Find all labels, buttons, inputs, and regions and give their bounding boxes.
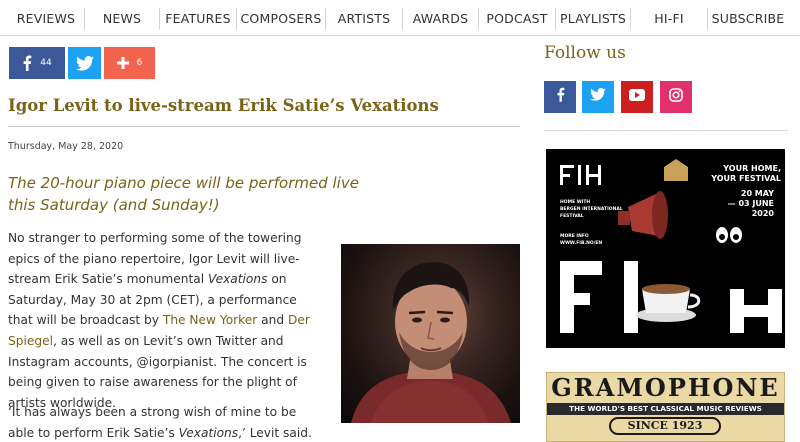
festival-name-line: HOME WITH	[560, 200, 591, 205]
follow-us-heading: Follow us	[544, 43, 626, 63]
youtube-follow-button[interactable]	[621, 81, 653, 113]
festival-tagline-line: YOUR FESTIVAL	[711, 174, 781, 183]
festival-advert[interactable]: YOUR HOME, YOUR FESTIVAL 20 MAY — 03 JUN…	[546, 149, 785, 348]
gramophone-tagline: THE WORLD'S BEST CLASSICAL MUSIC REVIEWS	[547, 403, 784, 415]
facebook-follow-button[interactable]	[544, 81, 576, 113]
nav-hifi[interactable]: HI-FI	[631, 0, 707, 36]
festival-name-line: BERGEN INTERNATIONAL	[560, 207, 623, 212]
twitter-share-button[interactable]	[68, 47, 101, 79]
text-run: , as well as on Levit’s own Twitter and …	[8, 333, 307, 410]
gramophone-brand: GRAMOPHONE	[551, 373, 780, 402]
new-yorker-link[interactable]: The New Yorker	[163, 313, 257, 327]
festival-url: WWW.FIB.NO/EN	[560, 241, 603, 246]
more-share-count: 6	[136, 58, 143, 68]
festival-dates-line: 2020	[751, 209, 774, 218]
nav-news[interactable]: NEWS	[85, 0, 159, 36]
festival-name: HOME WITH BERGEN INTERNATIONAL FESTIVAL	[560, 199, 623, 220]
festival-name-line: FESTIVAL	[560, 214, 584, 219]
facebook-share-button[interactable]: 44	[9, 47, 65, 79]
festival-tagline: YOUR HOME, YOUR FESTIVAL	[696, 164, 781, 184]
article-photo	[341, 244, 520, 423]
text-run: and	[257, 313, 288, 328]
instagram-icon	[669, 87, 683, 107]
article-paragraph: No stranger to performing some of the to…	[8, 228, 322, 413]
gramophone-advert[interactable]: GRAMOPHONE THE WORLD'S BEST CLASSICAL MU…	[546, 372, 785, 442]
twitter-icon	[590, 88, 606, 106]
article-paragraph: ‘It has always been a strong wish of min…	[8, 402, 322, 442]
main-nav: REVIEWS NEWS FEATURES COMPOSERS ARTISTS …	[0, 0, 800, 36]
festival-more-line: MORE INFO	[560, 234, 589, 239]
gramophone-since-badge: SINCE 1923	[609, 417, 721, 435]
facebook-share-count: 44	[40, 58, 52, 68]
nav-composers[interactable]: COMPOSERS	[237, 0, 325, 36]
text-run-italic: Vexations	[178, 425, 239, 440]
nav-features[interactable]: FEATURES	[160, 0, 236, 36]
festival-dates: 20 MAY — 03 JUNE 2020	[696, 189, 774, 219]
festival-dates-line: — 03 JUNE	[727, 199, 774, 208]
more-share-button[interactable]: 6	[104, 47, 155, 79]
festival-tagline-line: YOUR HOME,	[723, 164, 781, 173]
plus-icon	[116, 57, 129, 69]
title-divider	[8, 126, 520, 127]
article-standfirst: The 20-hour piano piece will be performe…	[8, 174, 359, 214]
youtube-icon	[629, 88, 645, 106]
nav-awards[interactable]: AWARDS	[403, 0, 478, 36]
instagram-follow-button[interactable]	[660, 81, 692, 113]
nav-artists[interactable]: ARTISTS	[326, 0, 402, 36]
facebook-icon	[556, 87, 565, 107]
twitter-icon	[75, 55, 94, 71]
festival-dates-line: 20 MAY	[740, 189, 774, 198]
facebook-icon	[22, 55, 32, 71]
nav-subscribe[interactable]: SUBSCRIBE	[708, 0, 788, 36]
nav-podcast[interactable]: PODCAST	[479, 0, 555, 36]
article-title: Igor Levit to live-stream Erik Satie’s V…	[8, 96, 439, 115]
article-body: No stranger to performing some of the to…	[8, 228, 322, 423]
article-date: Thursday, May 28, 2020	[8, 141, 124, 152]
nav-playlists[interactable]: PLAYLISTS	[556, 0, 630, 36]
nav-reviews[interactable]: REVIEWS	[8, 0, 84, 36]
festival-more-info: MORE INFO WWW.FIB.NO/EN	[560, 233, 602, 247]
portrait-illustration	[351, 262, 511, 423]
text-run-italic: Vexations	[207, 272, 268, 287]
sidebar-divider	[544, 130, 788, 131]
twitter-follow-button[interactable]	[582, 81, 614, 113]
